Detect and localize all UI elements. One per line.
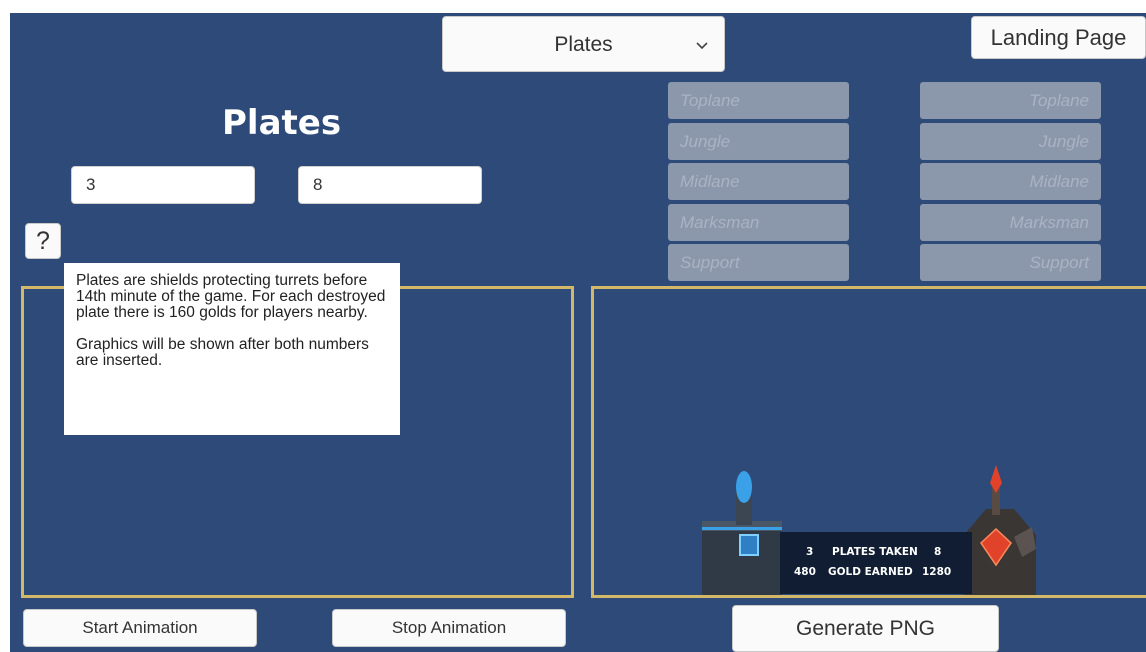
right-role-midlane[interactable]: Midlane bbox=[920, 163, 1101, 200]
right-role-marksman[interactable]: Marksman bbox=[920, 204, 1101, 241]
help-button[interactable]: ? bbox=[25, 223, 61, 259]
chevron-down-icon bbox=[696, 42, 708, 50]
plates-left-value: 3 bbox=[806, 546, 814, 558]
plates-row: 3 PLATES TAKEN 8 bbox=[780, 542, 972, 562]
plates-label: PLATES TAKEN bbox=[832, 546, 918, 558]
right-role-jungle[interactable]: Jungle bbox=[920, 123, 1101, 160]
generate-png-button[interactable]: Generate PNG bbox=[732, 605, 999, 652]
left-role-jungle[interactable]: Jungle bbox=[668, 123, 849, 160]
category-dropdown[interactable]: Plates bbox=[442, 16, 725, 72]
preview-canvas: 3 PLATES TAKEN 8 480 GOLD EARNED 1280 bbox=[591, 286, 1146, 598]
start-animation-button[interactable]: Start Animation bbox=[23, 609, 257, 647]
left-role-midlane[interactable]: Midlane bbox=[668, 163, 849, 200]
dropdown-selected-label: Plates bbox=[554, 33, 613, 56]
right-role-toplane[interactable]: Toplane bbox=[920, 82, 1101, 119]
tooltip-paragraph: Graphics will be shown after both number… bbox=[76, 336, 369, 369]
landing-page-button[interactable]: Landing Page bbox=[971, 16, 1146, 59]
right-team-plates-input[interactable] bbox=[298, 166, 482, 204]
left-role-toplane[interactable]: Toplane bbox=[668, 82, 849, 119]
page-title: Plates bbox=[222, 103, 342, 143]
tooltip-paragraph: Plates are shields protecting turrets be… bbox=[76, 272, 386, 321]
plates-right-value: 8 bbox=[934, 546, 942, 558]
gold-label: GOLD EARNED bbox=[828, 566, 913, 578]
left-role-support[interactable]: Support bbox=[668, 244, 849, 281]
app-window: Plates Landing Page Plates ? Plates are … bbox=[10, 13, 1146, 652]
gold-left-value: 480 bbox=[794, 566, 816, 578]
right-role-support[interactable]: Support bbox=[920, 244, 1101, 281]
plates-scoreboard: 3 PLATES TAKEN 8 480 GOLD EARNED 1280 bbox=[780, 532, 972, 594]
gold-row: 480 GOLD EARNED 1280 bbox=[780, 562, 972, 582]
left-role-marksman[interactable]: Marksman bbox=[668, 204, 849, 241]
red-turret-icon bbox=[964, 465, 1036, 595]
help-tooltip: Plates are shields protecting turrets be… bbox=[64, 263, 400, 435]
gold-right-value: 1280 bbox=[922, 566, 952, 578]
blue-turret-icon bbox=[702, 471, 782, 595]
left-team-plates-input[interactable] bbox=[71, 166, 255, 204]
stop-animation-button[interactable]: Stop Animation bbox=[332, 609, 566, 647]
